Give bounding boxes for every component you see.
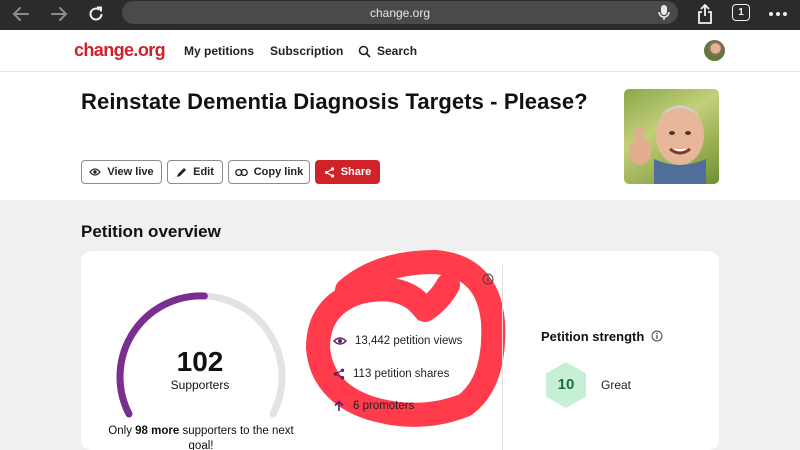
card-divider xyxy=(502,265,503,450)
search-icon xyxy=(358,45,371,58)
info-icon[interactable] xyxy=(651,330,663,342)
eye-icon xyxy=(89,168,102,176)
eye-icon xyxy=(333,337,347,345)
back-arrow-icon[interactable] xyxy=(8,2,34,26)
more-icon[interactable] xyxy=(765,2,791,26)
link-icon xyxy=(234,168,248,176)
share-label: Share xyxy=(340,166,372,178)
goal-message: Only 98 more supporters to the next goal… xyxy=(108,424,294,450)
url-text: change.org xyxy=(369,5,431,20)
strength-title: Petition strength xyxy=(541,329,645,344)
stat-promoters: 6 promoters xyxy=(333,400,414,412)
stat-views: 13,442 petition views xyxy=(333,335,462,347)
share-icon xyxy=(324,166,334,178)
goal-prefix: Only xyxy=(108,425,136,437)
nav-search[interactable]: Search xyxy=(358,44,417,58)
supporter-label: Supporters xyxy=(170,378,230,392)
strength-score: 10 xyxy=(557,376,575,393)
reload-icon[interactable] xyxy=(83,2,109,26)
info-icon[interactable] xyxy=(482,273,494,285)
stat-views-text: 13,442 petition views xyxy=(355,335,463,347)
nav-search-label: Search xyxy=(377,44,418,58)
stat-promoters-text: 6 promoters xyxy=(353,400,415,412)
petition-photo xyxy=(624,89,719,184)
change-logo[interactable]: change.org xyxy=(74,40,166,61)
address-bar[interactable]: change.org xyxy=(122,1,678,24)
forward-arrow-icon[interactable] xyxy=(46,2,72,26)
edit-label: Edit xyxy=(193,166,214,178)
copy-link-label: Copy link xyxy=(253,166,304,178)
share-sheet-icon[interactable] xyxy=(692,2,718,26)
goal-suffix: supporters to the next goal! xyxy=(179,425,294,450)
share-icon xyxy=(333,368,345,380)
goal-more: 98 more xyxy=(135,425,180,437)
supporter-count: 102 xyxy=(176,346,224,377)
stat-shares: 113 petition shares xyxy=(333,368,449,380)
overview-title: Petition overview xyxy=(81,222,221,241)
edit-button[interactable]: Edit xyxy=(167,160,223,184)
microphone-icon[interactable] xyxy=(657,4,671,26)
view-live-button[interactable]: View live xyxy=(81,160,162,184)
browser-toolbar: change.org 1 xyxy=(0,0,800,30)
view-live-label: View live xyxy=(107,166,154,178)
tab-count-button[interactable]: 1 xyxy=(732,4,750,21)
avatar[interactable] xyxy=(704,40,725,61)
pencil-icon xyxy=(177,167,187,177)
strength-heading: Petition strength xyxy=(541,329,644,344)
stat-shares-text: 113 petition shares xyxy=(353,368,450,380)
up-arrow-icon xyxy=(334,400,344,411)
strength-rating: Great xyxy=(601,378,632,392)
nav-my-petitions[interactable]: My petitions xyxy=(184,44,254,58)
nav-subscription[interactable]: Subscription xyxy=(270,44,343,58)
copy-link-button[interactable]: Copy link xyxy=(228,160,310,184)
site-header: change.org My petitions Subscription Sea… xyxy=(0,30,800,72)
petition-title: Reinstate Dementia Diagnosis Targets - P… xyxy=(81,89,588,114)
share-button[interactable]: Share xyxy=(315,160,380,184)
